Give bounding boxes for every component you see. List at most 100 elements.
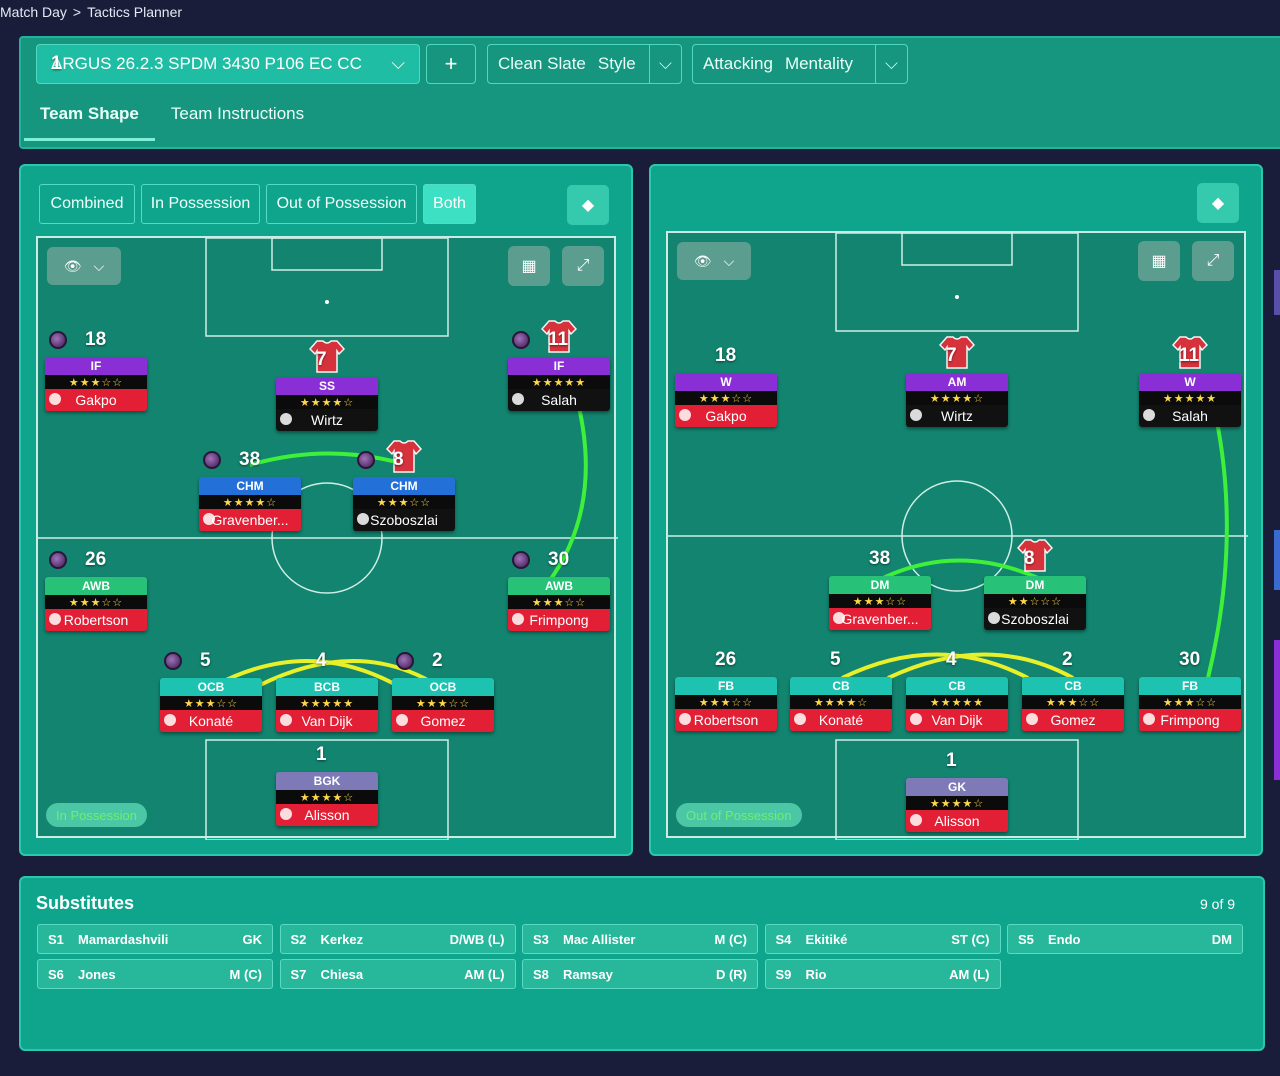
player-card[interactable]: AM ★★★★☆ Wirtz [906, 373, 1008, 427]
player-card[interactable]: AWB ★★★☆☆ Robertson [45, 577, 147, 631]
player-name-bar: Alisson [276, 804, 378, 826]
player-card[interactable]: FB ★★★☆☆ Robertson [675, 677, 777, 731]
player-role: CHM [199, 477, 301, 495]
player-card[interactable]: DM ★★☆☆☆ Szoboszlai [984, 576, 1086, 630]
grid-icon[interactable]: ▦ [508, 246, 550, 286]
view-options-button[interactable]: 👁 ⌵ [47, 247, 121, 285]
player-name-bar: Gravenber... [199, 509, 301, 531]
tab-in-possession[interactable]: In Possession [141, 184, 260, 224]
substitute-row[interactable]: S9 Rio AM (L) [764, 959, 1001, 989]
player-card[interactable]: CB ★★★☆☆ Gomez [1022, 677, 1124, 731]
player-name: Gomez [420, 713, 466, 729]
expand-icon[interactable]: ⤢ [1192, 241, 1234, 281]
shirt-number: 1 [946, 750, 957, 771]
player-name: Alisson [304, 807, 350, 823]
shirt-number: 8 [393, 449, 404, 470]
breadcrumb-tactics-planner[interactable]: Tactics Planner [87, 4, 182, 20]
tab-combined[interactable]: Combined [39, 184, 135, 224]
player-name-bar: Konaté [790, 709, 892, 731]
substitute-row[interactable]: S7 Chiesa AM (L) [279, 959, 516, 989]
player-card[interactable]: IF ★★★☆☆ Gakpo [45, 357, 147, 411]
ball-icon [203, 451, 221, 469]
player-card[interactable]: IF ★★★★★ Salah [508, 357, 610, 411]
add-tactic-button[interactable]: + [426, 44, 476, 84]
substitute-row[interactable]: S3 Mac Allister M (C) [522, 924, 758, 954]
player-card[interactable]: CHM ★★★★☆ Gravenber... [199, 477, 301, 531]
player-role: CHM [353, 477, 455, 495]
player-card[interactable]: AWB ★★★☆☆ Frimpong [508, 577, 610, 631]
diamond-icon[interactable]: ◆ [567, 185, 609, 225]
tab-both[interactable]: Both [423, 184, 476, 224]
player-name-bar: Salah [508, 389, 610, 411]
player-card[interactable]: BCB ★★★★★ Van Dijk [276, 678, 378, 732]
player-card[interactable]: OCB ★★★☆☆ Konaté [160, 678, 262, 732]
role-rating: ★★★☆☆ [675, 391, 777, 405]
role-rating: ★★★★☆ [276, 790, 378, 804]
sub-position: M (C) [714, 931, 748, 947]
player-role: AWB [45, 577, 147, 595]
player-card[interactable]: SS ★★★★☆ Wirtz [276, 377, 378, 431]
player-card[interactable]: CB ★★★★☆ Konaté [790, 677, 892, 731]
shirt-number: 11 [548, 329, 569, 350]
sub-slot: S1 [48, 931, 64, 947]
player-name-bar: Frimpong [508, 609, 610, 631]
player-role: W [1139, 373, 1241, 391]
style-dropdown[interactable]: Clean Slate Style ⌵ [487, 44, 682, 84]
grid-icon[interactable]: ▦ [1138, 241, 1180, 281]
player-card[interactable]: BGK ★★★★☆ Alisson [276, 772, 378, 826]
player-name-bar: Gakpo [45, 389, 147, 411]
shirt-number: 5 [200, 650, 211, 671]
player-name-bar: Szoboszlai [353, 509, 455, 531]
substitute-row[interactable]: S2 Kerkez D/WB (L) [279, 924, 516, 954]
substitute-row[interactable]: S5 Endo DM [1007, 924, 1243, 954]
tab-out-of-possession[interactable]: Out of Possession [266, 184, 417, 224]
player-card[interactable]: CB ★★★★★ Van Dijk [906, 677, 1008, 731]
player-role: IF [508, 357, 610, 375]
role-rating: ★★★☆☆ [1022, 695, 1124, 709]
substitute-row[interactable]: S8 Ramsay D (R) [522, 959, 758, 989]
shirt-number: 26 [85, 549, 107, 570]
tab-team-instructions[interactable]: Team Instructions [155, 94, 320, 141]
player-card[interactable]: CHM ★★★☆☆ Szoboszlai [353, 477, 455, 531]
tab-team-shape[interactable]: Team Shape [24, 94, 155, 141]
player-name-bar: Alisson [906, 810, 1008, 832]
mentality-dropdown[interactable]: Attacking Mentality ⌵ [692, 44, 908, 84]
style-label: Style [597, 54, 636, 73]
chevron-down-icon: ⌵ [93, 257, 105, 274]
mentality-label: Mentality [784, 54, 853, 73]
player-role: CB [906, 677, 1008, 695]
substitute-row[interactable]: S6 Jones M (C) [37, 959, 273, 989]
diamond-icon[interactable]: ◆ [1197, 183, 1239, 223]
person-icon [357, 513, 369, 525]
player-name: Szoboszlai [370, 512, 438, 528]
role-rating: ★★★☆☆ [829, 594, 931, 608]
role-rating: ★★★★☆ [906, 391, 1008, 405]
shirt-icon [309, 340, 345, 373]
expand-icon[interactable]: ⤢ [562, 246, 604, 286]
person-icon [1143, 713, 1155, 725]
player-role: OCB [392, 678, 494, 696]
player-card[interactable]: W ★★★☆☆ Gakpo [675, 373, 777, 427]
role-rating: ★★★☆☆ [45, 375, 147, 389]
player-role: AM [906, 373, 1008, 391]
view-options-button[interactable]: 👁 ⌵ [677, 242, 751, 280]
tactic-selector[interactable]: 1 ARGUS 26.2.3 SPDM 3430 P106 EC CC ⌵ [36, 44, 420, 84]
person-icon [49, 393, 61, 405]
player-card[interactable]: FB ★★★☆☆ Frimpong [1139, 677, 1241, 731]
sub-slot: S4 [775, 931, 792, 947]
role-rating: ★★★★☆ [276, 395, 378, 409]
substitute-row[interactable]: S4 Ekitiké ST (C) [764, 924, 1001, 954]
player-name: Robertson [693, 712, 759, 728]
shirt-number: 2 [1062, 649, 1073, 670]
player-card[interactable]: GK ★★★★☆ Alisson [906, 778, 1008, 832]
player-card[interactable]: OCB ★★★☆☆ Gomez [392, 678, 494, 732]
breadcrumb-match-day[interactable]: Match Day [0, 4, 67, 20]
player-name-bar: Gomez [1022, 709, 1124, 731]
substitute-row[interactable]: S1 Mamardashvili GK [37, 924, 273, 954]
eye-icon: 👁 [693, 252, 712, 269]
player-card[interactable]: DM ★★★☆☆ Gravenber... [829, 576, 931, 630]
player-card[interactable]: W ★★★★★ Salah [1139, 373, 1241, 427]
person-icon [679, 713, 691, 725]
role-rating: ★★★☆☆ [675, 695, 777, 709]
tactic-number: 1 [51, 53, 62, 74]
